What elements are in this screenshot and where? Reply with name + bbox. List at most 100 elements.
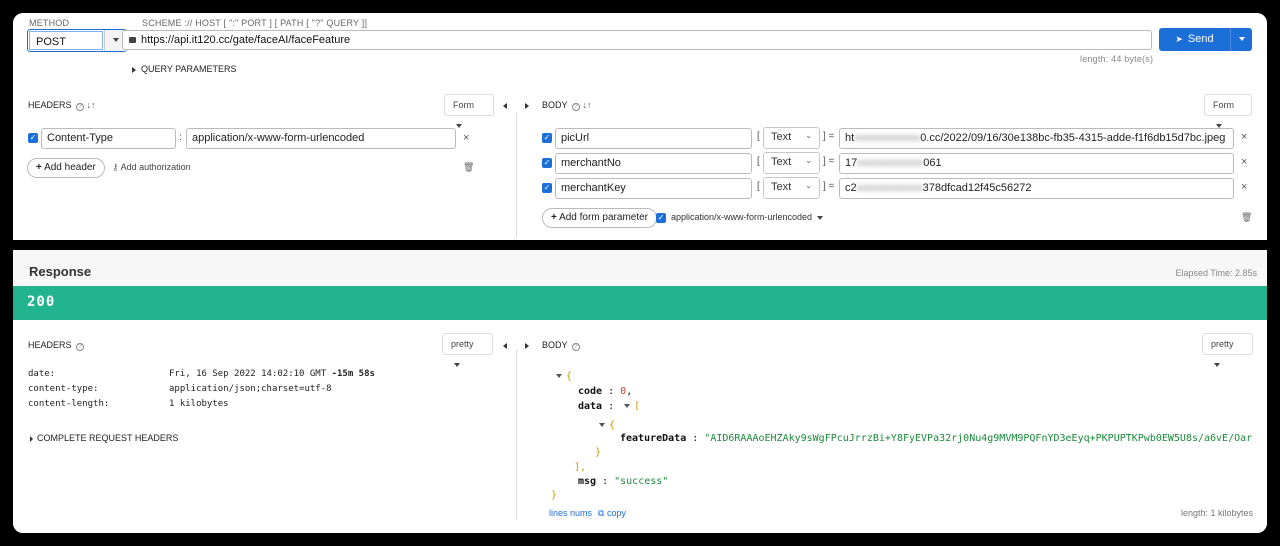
query-parameters-toggle[interactable]: QUERY PARAMETERS [132,64,237,74]
param-value-start: 17 [845,157,858,169]
help-icon: ? [76,103,85,111]
header-enabled-checkbox[interactable]: ✓ [28,133,38,143]
headers-pretty-dropdown[interactable]: pretty [442,333,493,367]
collapse-right-icon[interactable] [525,340,529,352]
expand-arrow-icon [132,66,136,73]
trash-icon[interactable]: 🗑 [463,162,474,173]
method-value: POST [29,31,103,50]
param-enabled-checkbox[interactable]: ✓ [542,183,552,193]
body-form-dropdown[interactable]: Form [1204,94,1252,128]
sort-icon[interactable]: ↓↑ [87,100,96,110]
pretty-label: pretty [1211,339,1234,349]
url-value: https://api.it120.cc/gate/faceAI/faceFea… [141,34,351,46]
complete-request-headers-label: COMPLETE REQUEST HEADERS [37,433,179,443]
header-key: content-type: [28,384,99,394]
response-headers-title: HEADERS ? [28,340,85,351]
redacted-region: xxxxxxxxxxxx [856,182,923,194]
collapse-caret-icon [624,404,631,408]
sort-icon[interactable]: ↓↑ [582,100,591,110]
pretty-label: pretty [451,339,474,349]
json-key: msg [578,476,597,487]
param-key-input[interactable]: merchantNo [555,153,752,174]
param-value-start: c2 [845,182,857,194]
param-value-start: ht [845,132,855,144]
body-form-label: Form [1213,100,1234,110]
header-key: content-length: [28,399,110,409]
chevron-down-icon: ⌄ [805,181,812,190]
send-icon: ➤ [1175,34,1183,44]
encoding-dropdown[interactable]: application/x-www-form-urlencoded [671,212,823,222]
send-options-chevron-icon[interactable] [1230,28,1252,51]
help-icon: ? [76,343,85,351]
add-header-button[interactable]: + Add header [27,158,105,178]
header-key: date: [28,369,56,379]
body-pretty-dropdown[interactable]: pretty [1202,333,1253,367]
url-input[interactable]: https://api.it120.cc/gate/faceAI/faceFea… [122,30,1152,50]
lines-nums-link[interactable]: lines nums [549,508,592,518]
collapse-caret-icon [556,374,562,378]
url-format-label: SCHEME :// HOST [ ":" PORT ] [ PATH [ "?… [142,18,368,28]
param-key-input[interactable]: merchantKey [555,178,752,199]
json-key: code [578,386,603,397]
json-key: data [578,401,603,412]
header-value-input[interactable]: application/x-www-form-urlencoded [186,128,456,149]
remove-param-close-icon[interactable]: × [1241,156,1247,168]
headers-title-text: HEADERS [28,100,72,110]
add-authorization-link[interactable]: ⚷ Add authorization [112,162,191,173]
copy-link[interactable]: ⧉ copy [598,508,626,519]
response-content [13,320,1267,533]
collapse-right-icon[interactable] [525,100,529,112]
param-type-value: Text [771,131,792,143]
method-label: METHOD [29,18,70,28]
param-type-select[interactable]: Text ⌄ [763,127,820,149]
param-type-select[interactable]: Text ⌄ [763,177,820,199]
expand-arrow-icon [30,435,33,442]
header-key-input[interactable]: Content-Type [41,128,176,149]
collapse-left-icon[interactable] [503,340,507,352]
add-header-label: Add header [44,162,96,173]
param-type-select[interactable]: Text ⌄ [763,152,820,174]
param-value-input[interactable]: htxxxxxxxxxxxx0.cc/2022/09/16/30e138bc-f… [839,128,1234,149]
send-button[interactable]: ➤ Send [1159,28,1252,51]
param-value-input[interactable]: c2xxxxxxxxxxxx378dfcad12f45c56272 [839,178,1234,199]
request-panel: METHOD SCHEME :// HOST [ ":" PORT ] [ PA… [13,13,1267,240]
column-divider [516,350,517,520]
param-value-end: 378dfcad12f45c56272 [922,182,1032,194]
json-array-item-open[interactable]: { [599,420,615,431]
param-key-input[interactable]: picUrl [555,128,752,149]
url-length: length: 44 byte(s) [1080,54,1154,64]
query-parameters-label: QUERY PARAMETERS [141,64,237,74]
body-title-text: BODY [542,340,568,350]
param-value-input[interactable]: 17xxxxxxxxxxxx061 [839,153,1234,174]
lock-icon [129,37,136,43]
elapsed-time: Elapsed Time: 2.85s [1175,268,1257,278]
method-select[interactable]: POST [27,29,127,52]
trash-icon[interactable]: 🗑 [1241,212,1252,223]
request-body-title: BODY ? ↓↑ [542,100,591,111]
json-feature-line: featureData : "AID6RAAAoEHZAky9sWgFPcuJr… [620,433,1253,444]
remove-param-close-icon[interactable]: × [1241,131,1247,143]
remove-header-close-icon[interactable]: × [463,132,469,144]
param-enabled-checkbox[interactable]: ✓ [542,158,552,168]
param-type-value: Text [771,156,792,168]
add-form-parameter-label: Add form parameter [559,212,649,223]
json-array-item-close: } [595,447,602,458]
remove-param-close-icon[interactable]: × [1241,181,1247,193]
bracket-open: [ [757,131,760,142]
bracket-close-equals: ] = [823,181,835,192]
json-data-line[interactable]: data : [ [578,401,640,412]
json-number: 0 [620,386,627,397]
json-key: featureData [620,433,687,444]
complete-request-headers-toggle[interactable]: COMPLETE REQUEST HEADERS [30,433,178,443]
bracket-open: [ [757,156,760,167]
status-bar: 200 [13,286,1267,320]
key-icon: ⚷ [112,162,119,172]
collapse-left-icon[interactable] [503,100,507,112]
param-enabled-checkbox[interactable]: ✓ [542,133,552,143]
colon-separator: : [179,132,182,143]
encoding-checkbox[interactable]: ✓ [656,213,666,223]
add-form-parameter-button[interactable]: + Add form parameter [542,208,658,228]
headers-form-dropdown[interactable]: Form [444,94,494,128]
json-object-open[interactable]: { [556,371,572,382]
param-type-value: Text [771,181,792,193]
